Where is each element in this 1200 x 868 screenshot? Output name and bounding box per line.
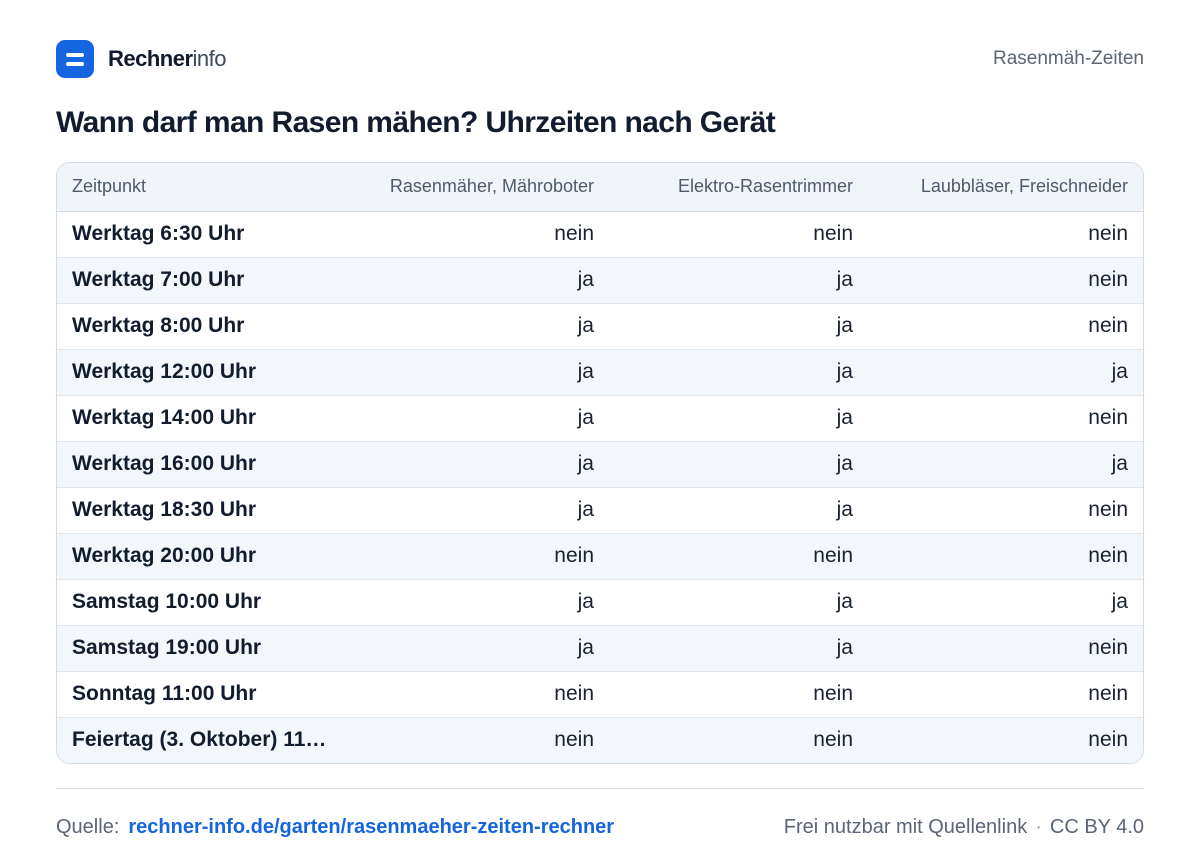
row-label-cell: Samstag 10:00 Uhr <box>57 578 347 625</box>
table-row: Werktag 14:00 Uhr ja ja nein <box>57 394 1143 441</box>
table-row: Werktag 7:00 Uhr ja ja nein <box>57 256 1143 303</box>
table-cell: ja <box>347 348 609 395</box>
table-cell: nein <box>868 256 1143 303</box>
table-cell: ja <box>347 486 609 533</box>
brand-name-light: info <box>192 46 227 71</box>
table-cell: nein <box>868 532 1143 579</box>
table-row: Werktag 20:00 Uhr nein nein nein <box>57 532 1143 579</box>
page-title: Wann darf man Rasen mähen? Uhrzeiten nac… <box>56 106 776 139</box>
license: Frei nutzbar mit Quellenlink · CC BY 4.0 <box>784 816 1144 839</box>
column-header: Elektro-Rasentrimmer <box>609 163 868 212</box>
license-name: CC BY 4.0 <box>1049 815 1144 838</box>
footer: Quelle: rechner-info.de/garten/rasenmaeh… <box>56 812 1144 842</box>
table-header: Zeitpunkt Rasenmäher, Mähroboter Elektro-R… <box>57 163 1143 212</box>
table-cell: nein <box>868 394 1143 441</box>
table-cell: nein <box>554 222 594 245</box>
table-row: Werktag 6:30 Uhr nein nein nein <box>57 211 1143 257</box>
table-row: Sonntag 11:00 Uhr nein nein nein <box>57 670 1143 717</box>
row-label-cell: Werktag 6:30 Uhr <box>72 222 245 245</box>
table-cell: nein <box>609 716 868 763</box>
table-cell: ja <box>609 348 868 395</box>
table-cell: ja <box>868 348 1143 395</box>
table-row: Werktag 12:00 Uhr ja ja ja <box>57 348 1143 395</box>
brand-name-bold: Rechner <box>108 46 193 71</box>
table-cell: ja <box>868 578 1143 625</box>
table-header-row: Zeitpunkt Rasenmäher, Mähroboter Elektro-R… <box>57 163 1143 212</box>
table-row: Feiertag (3. Oktober) 11: ... nein nein nei… <box>57 716 1143 763</box>
table-row: Werktag 16:00 Uhr ja ja ja <box>57 440 1143 487</box>
times-table-container: Zeitpunkt Rasenmäher, Mähroboter Elektro-R… <box>56 162 1144 764</box>
row-label-cell: Sonntag 11:00 Uhr <box>57 670 347 717</box>
table-cell: nein <box>347 532 609 579</box>
brand-name: Rechnerinfo <box>108 46 227 72</box>
column-header: Laubbläser, Freischneider <box>868 163 1143 212</box>
table-cell: ja <box>609 256 868 303</box>
column-header: Zeitpunkt <box>57 163 347 212</box>
table-cell: ja <box>609 440 868 487</box>
source-label: Quelle: <box>56 815 120 838</box>
source-link[interactable]: rechner-info.de/garten/rasenmaeher-zeite… <box>128 816 614 839</box>
table-cell: nein <box>868 670 1143 717</box>
row-label-cell: Werktag 12:00 Uhr <box>57 348 347 395</box>
row-label-cell: Werktag 14:00 Uhr <box>57 394 347 441</box>
table-cell: ja <box>347 578 609 625</box>
row-label-cell: Werktag 7:00 Uhr <box>57 256 347 303</box>
row-label-cell: Werktag 16:00 Uhr <box>57 440 347 487</box>
table-cell: nein <box>1088 222 1128 245</box>
row-label-cell: Werktag 8:00 Uhr <box>57 302 347 349</box>
table-cell: nein <box>868 624 1143 671</box>
table-cell: nein <box>813 222 853 245</box>
brand[interactable]: Rechnerinfo <box>56 40 227 78</box>
table-cell: ja <box>609 578 868 625</box>
table-cell: nein <box>868 302 1143 349</box>
site-header: Rechnerinfo Rasenmäh-Zeiten <box>56 40 1144 78</box>
separator-dot: · <box>1035 815 1042 838</box>
table-cell: ja <box>609 486 868 533</box>
row-label-cell: Feiertag (3. Oktober) 11: ... <box>57 716 347 763</box>
footer-divider <box>56 788 1144 789</box>
table-cell: ja <box>347 394 609 441</box>
license-text: Frei nutzbar mit Quellenlink <box>783 815 1028 838</box>
table-row: Samstag 10:00 Uhr ja ja ja <box>57 578 1143 625</box>
table-row: Werktag 8:00 Uhr ja ja nein <box>57 302 1143 349</box>
table-cell: ja <box>609 302 868 349</box>
table-cell: ja <box>609 394 868 441</box>
table-row: Werktag 18:30 Uhr ja ja nein <box>57 486 1143 533</box>
table-cell: ja <box>347 256 609 303</box>
table-cell: nein <box>868 716 1143 763</box>
times-table: Zeitpunkt Rasenmäher, Mähroboter Elektro-R… <box>57 163 1143 763</box>
page-tag: Rasenmäh-Zeiten <box>992 48 1144 69</box>
table-cell: ja <box>347 302 609 349</box>
table-cell: nein <box>868 486 1143 533</box>
table-cell: nein <box>347 670 609 717</box>
table-cell: ja <box>609 624 868 671</box>
table-cell: ja <box>347 624 609 671</box>
table-cell: ja <box>347 440 609 487</box>
table-cell: nein <box>609 532 868 579</box>
row-label-cell: Samstag 19:00 Uhr <box>57 624 347 671</box>
rechnerinfo-logo-icon <box>56 40 94 78</box>
table-cell: ja <box>868 440 1143 487</box>
row-label-cell: Werktag 18:30 Uhr <box>57 486 347 533</box>
table-body: Werktag 6:30 Uhr nein nein nein Werktag 7:00… <box>57 211 1143 763</box>
table-cell: nein <box>347 716 609 763</box>
row-label-cell: Werktag 20:00 Uhr <box>57 532 347 579</box>
source: Quelle: rechner-info.de/garten/rasenmaeh… <box>56 816 614 839</box>
table-cell: nein <box>609 670 868 717</box>
table-row: Samstag 19:00 Uhr ja ja nein <box>57 624 1143 671</box>
column-header: Rasenmäher, Mähroboter <box>347 163 609 212</box>
